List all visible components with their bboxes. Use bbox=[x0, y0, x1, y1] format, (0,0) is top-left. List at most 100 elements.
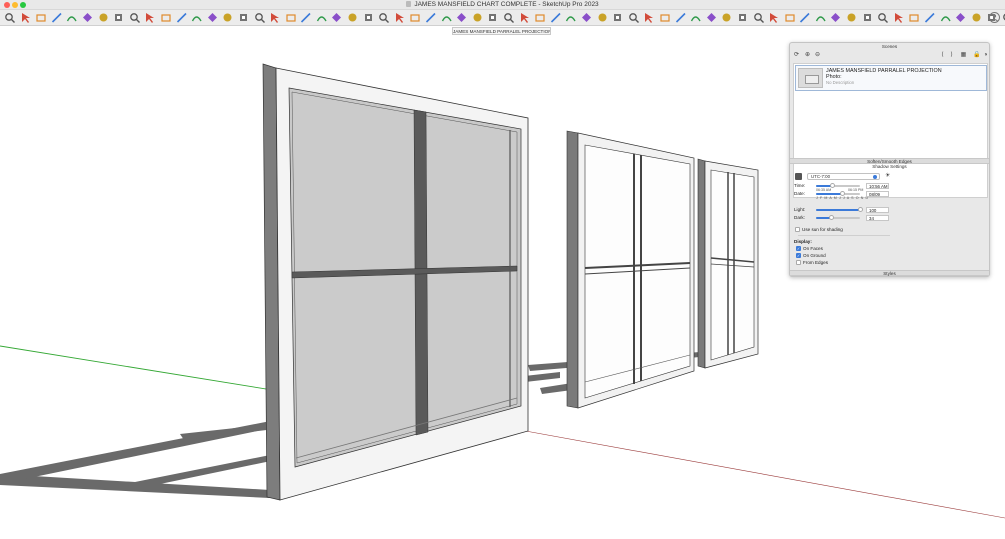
styles-icon[interactable] bbox=[1001, 11, 1005, 24]
stamp-icon[interactable] bbox=[658, 11, 671, 24]
use-sun-label: Use sun for shading bbox=[802, 227, 843, 232]
dark-field[interactable]: 34 bbox=[866, 215, 889, 221]
pan-icon[interactable] bbox=[299, 11, 312, 24]
styles-header[interactable]: Styles bbox=[790, 270, 989, 276]
select-icon[interactable] bbox=[19, 11, 32, 24]
window-middle[interactable] bbox=[566, 130, 695, 409]
layout-icon[interactable] bbox=[767, 11, 780, 24]
left-view-icon[interactable] bbox=[502, 11, 515, 24]
section-plane-icon[interactable] bbox=[393, 11, 406, 24]
line-icon[interactable] bbox=[50, 11, 63, 24]
extension-icon[interactable] bbox=[736, 11, 749, 24]
zoom-window-icon[interactable] bbox=[315, 11, 328, 24]
scene-tab[interactable]: JAMES MANSFIELD PARRALEL PROJECTION bbox=[452, 27, 551, 35]
geo-location-icon[interactable] bbox=[876, 11, 889, 24]
label-icon[interactable] bbox=[939, 11, 952, 24]
warehouse-icon[interactable] bbox=[720, 11, 733, 24]
scale-icon[interactable] bbox=[175, 11, 188, 24]
window-front[interactable] bbox=[262, 63, 529, 501]
on-faces-checkbox[interactable]: ✓ bbox=[796, 246, 801, 251]
push-pull-icon[interactable] bbox=[97, 11, 110, 24]
date-slider[interactable] bbox=[816, 191, 860, 196]
sandbox-icon[interactable] bbox=[627, 11, 640, 24]
front-view-icon[interactable] bbox=[455, 11, 468, 24]
display-section-icon[interactable] bbox=[408, 11, 421, 24]
sun-direction-icon[interactable]: ☀ bbox=[885, 173, 892, 180]
move-icon[interactable] bbox=[143, 11, 156, 24]
zoom-extents-icon[interactable] bbox=[330, 11, 343, 24]
right-view-icon[interactable] bbox=[471, 11, 484, 24]
flip-edge-icon[interactable] bbox=[705, 11, 718, 24]
axes-icon[interactable] bbox=[253, 11, 266, 24]
window-far-right[interactable] bbox=[697, 158, 759, 369]
light-field[interactable]: 100 bbox=[866, 207, 889, 213]
smoove-icon[interactable] bbox=[642, 11, 655, 24]
outer-shell-icon[interactable] bbox=[845, 11, 858, 24]
lock-icon[interactable]: 🔒 bbox=[973, 52, 980, 59]
iso-view-icon[interactable] bbox=[424, 11, 437, 24]
monochrome-icon[interactable] bbox=[611, 11, 624, 24]
hidden-line-icon[interactable] bbox=[564, 11, 577, 24]
offset-icon[interactable] bbox=[190, 11, 203, 24]
eraser-icon[interactable] bbox=[34, 11, 47, 24]
top-view-icon[interactable] bbox=[440, 11, 453, 24]
rotate-icon[interactable] bbox=[159, 11, 172, 24]
textured-icon[interactable] bbox=[596, 11, 609, 24]
match-photo-icon[interactable] bbox=[907, 11, 920, 24]
solid-subtract-icon[interactable] bbox=[798, 11, 811, 24]
on-ground-checkbox[interactable]: ✓ bbox=[796, 253, 801, 258]
arc-icon[interactable] bbox=[65, 11, 78, 24]
xray-icon[interactable] bbox=[533, 11, 546, 24]
dimension-icon[interactable] bbox=[923, 11, 936, 24]
light-slider[interactable] bbox=[816, 207, 863, 212]
rectangle-icon[interactable] bbox=[81, 11, 94, 24]
protractor-icon[interactable] bbox=[221, 11, 234, 24]
refresh-scene-icon[interactable]: ⟳ bbox=[793, 52, 800, 59]
zoom-icon-glyph bbox=[5, 13, 15, 23]
add-detail-icon[interactable] bbox=[689, 11, 702, 24]
walk-icon[interactable] bbox=[346, 11, 359, 24]
solid-split-icon[interactable] bbox=[829, 11, 842, 24]
view-options-icon[interactable]: ▦ bbox=[960, 52, 967, 59]
scene-list-item[interactable]: JAMES MANSFIELD PARRALEL PROJECTION Phot… bbox=[795, 65, 987, 91]
3d-text-icon[interactable] bbox=[268, 11, 281, 24]
text-icon[interactable] bbox=[237, 11, 250, 24]
photo-texture-icon[interactable] bbox=[892, 11, 905, 24]
time-slider[interactable] bbox=[816, 183, 860, 188]
position-camera-icon[interactable] bbox=[377, 11, 390, 24]
solid-trim-icon[interactable] bbox=[814, 11, 827, 24]
move-scene-up-icon[interactable]: ⟨ bbox=[939, 52, 946, 59]
drape-icon[interactable] bbox=[674, 11, 687, 24]
ruby-console-icon[interactable] bbox=[970, 11, 983, 24]
tape-measure-icon[interactable] bbox=[206, 11, 219, 24]
move-scene-down-icon[interactable]: ⟩ bbox=[948, 52, 955, 59]
flip-edge-icon-glyph bbox=[706, 13, 716, 22]
remove-scene-icon[interactable]: ⊖ bbox=[814, 52, 821, 59]
details-toggle-icon[interactable]: ◑ bbox=[982, 52, 989, 59]
shaded-icon-glyph bbox=[581, 13, 591, 22]
search-icon[interactable] bbox=[988, 11, 1001, 24]
section-fill-icon[interactable] bbox=[954, 11, 967, 24]
bottom-view-icon[interactable] bbox=[518, 11, 531, 24]
light-slider-knob[interactable] bbox=[857, 207, 863, 212]
from-edges-checkbox[interactable] bbox=[796, 260, 801, 265]
timezone-select[interactable]: UTC-7:00 bbox=[807, 173, 880, 180]
orbit-icon[interactable] bbox=[284, 11, 297, 24]
dark-slider[interactable] bbox=[816, 215, 860, 220]
use-sun-checkbox[interactable] bbox=[795, 227, 800, 232]
time-field[interactable]: 10:56 AM bbox=[866, 183, 889, 189]
date-field[interactable]: 08/09 bbox=[866, 191, 889, 197]
intersect-icon[interactable] bbox=[861, 11, 874, 24]
paint-bucket-icon[interactable] bbox=[128, 11, 141, 24]
zoom-icon[interactable] bbox=[3, 11, 16, 24]
look-around-icon[interactable] bbox=[362, 11, 375, 24]
wireframe-icon[interactable] bbox=[549, 11, 562, 24]
components-icon[interactable] bbox=[752, 11, 765, 24]
add-scene-icon[interactable]: ⊕ bbox=[804, 52, 811, 59]
shadows-toggle-icon[interactable] bbox=[795, 173, 802, 180]
back-view-icon[interactable] bbox=[486, 11, 499, 24]
shaded-icon[interactable] bbox=[580, 11, 593, 24]
solid-union-icon[interactable] bbox=[783, 11, 796, 24]
dark-slider-knob[interactable] bbox=[828, 215, 834, 220]
follow-me-icon[interactable] bbox=[112, 11, 125, 24]
